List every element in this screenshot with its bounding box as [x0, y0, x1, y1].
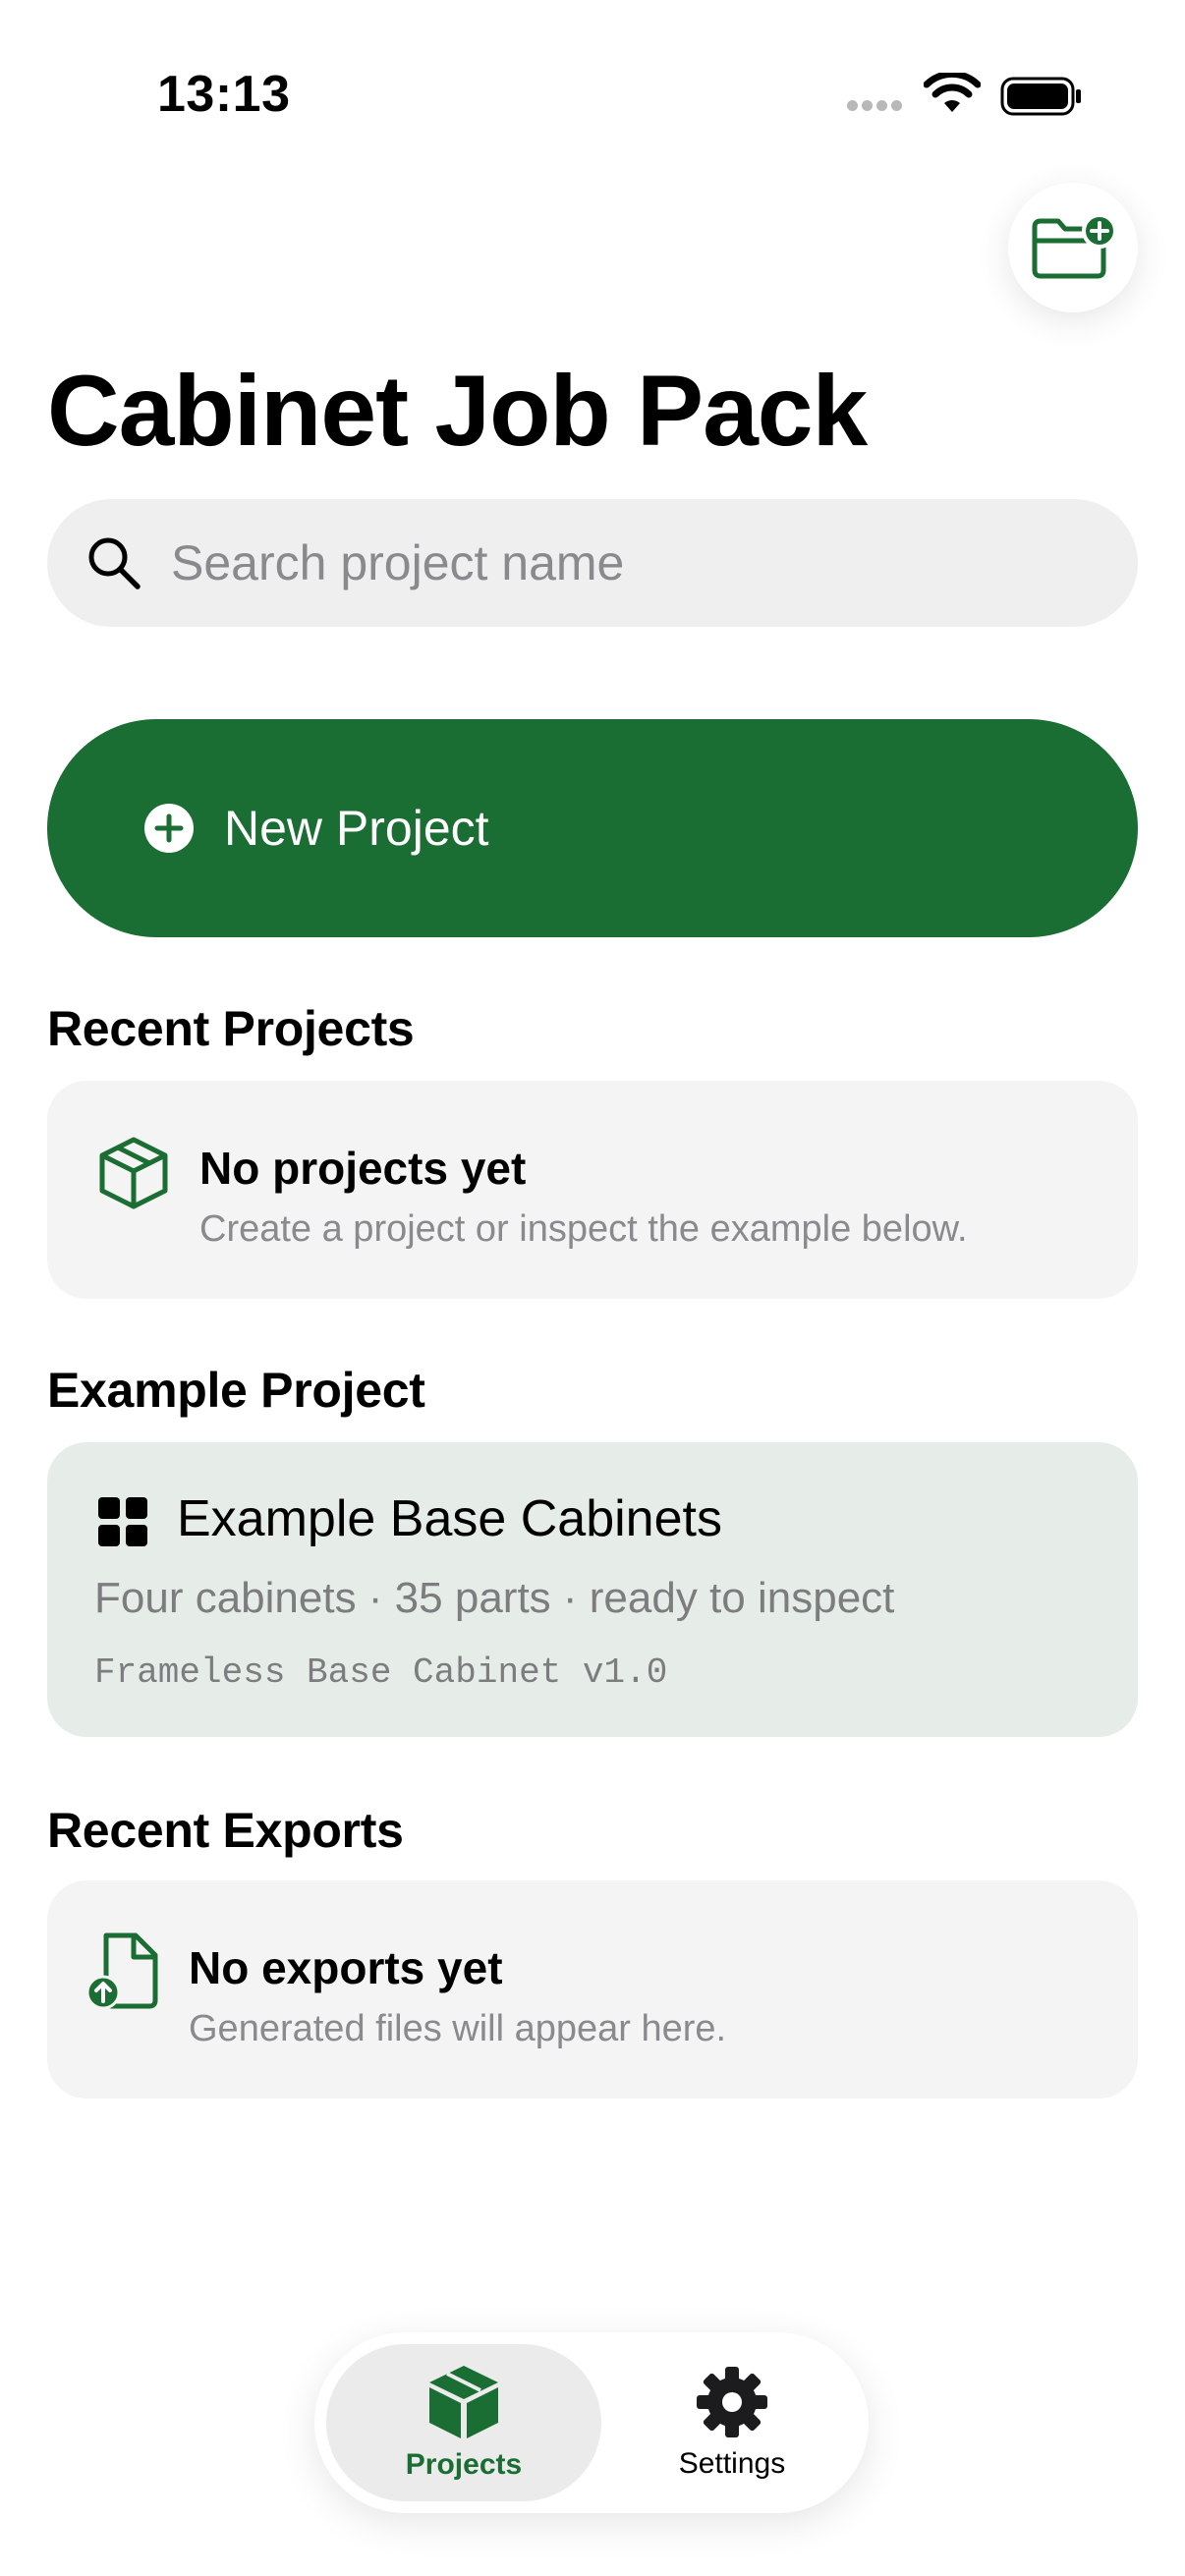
tab-bar: Projects Settings: [314, 2332, 869, 2513]
grid-icon: [98, 1497, 147, 1546]
box-icon: [429, 2366, 498, 2438]
example-project-heading: Example Project: [47, 1363, 425, 1418]
no-exports-subtitle: Generated files will appear here.: [189, 2008, 727, 2049]
cellular-signal-icon: [847, 98, 906, 116]
tab-settings-label: Settings: [678, 2447, 786, 2480]
recent-projects-empty-card: No projects yet Create a project or insp…: [47, 1081, 1138, 1299]
box-icon: [99, 1137, 168, 1209]
folder-plus-icon: [1032, 213, 1117, 279]
search-input[interactable]: [169, 533, 1057, 592]
page-title: Cabinet Job Pack: [47, 355, 868, 467]
plus-circle-icon: [144, 804, 194, 853]
no-projects-subtitle: Create a project or inspect the example …: [199, 1208, 968, 1250]
battery-icon: [1000, 77, 1081, 116]
new-project-label: New Project: [224, 801, 489, 856]
status-time: 13:13: [157, 66, 291, 123]
example-project-title: Example Base Cabinets: [177, 1490, 722, 1547]
tab-projects-label: Projects: [405, 2448, 523, 2481]
example-project-template: Frameless Base Cabinet v1.0: [94, 1652, 668, 1693]
search-icon: [88, 537, 141, 589]
add-folder-button[interactable]: [1008, 183, 1138, 312]
gear-icon: [697, 2367, 767, 2437]
wifi-icon: [924, 73, 981, 112]
recent-exports-heading: Recent Exports: [47, 1803, 404, 1858]
example-project-card[interactable]: Example Base Cabinets Four cabinets · 35…: [47, 1442, 1138, 1737]
no-exports-title: No exports yet: [189, 1942, 503, 1993]
tab-projects[interactable]: Projects: [326, 2344, 601, 2501]
recent-projects-heading: Recent Projects: [47, 1001, 415, 1056]
file-upload-icon: [86, 1932, 158, 2010]
example-project-description: Four cabinets · 35 parts · ready to insp…: [94, 1574, 895, 1622]
no-projects-title: No projects yet: [199, 1143, 527, 1194]
search-bar[interactable]: [47, 499, 1138, 627]
new-project-button[interactable]: New Project: [47, 719, 1138, 937]
tab-settings[interactable]: Settings: [609, 2344, 855, 2501]
recent-exports-empty-card: No exports yet Generated files will appe…: [47, 1880, 1138, 2099]
